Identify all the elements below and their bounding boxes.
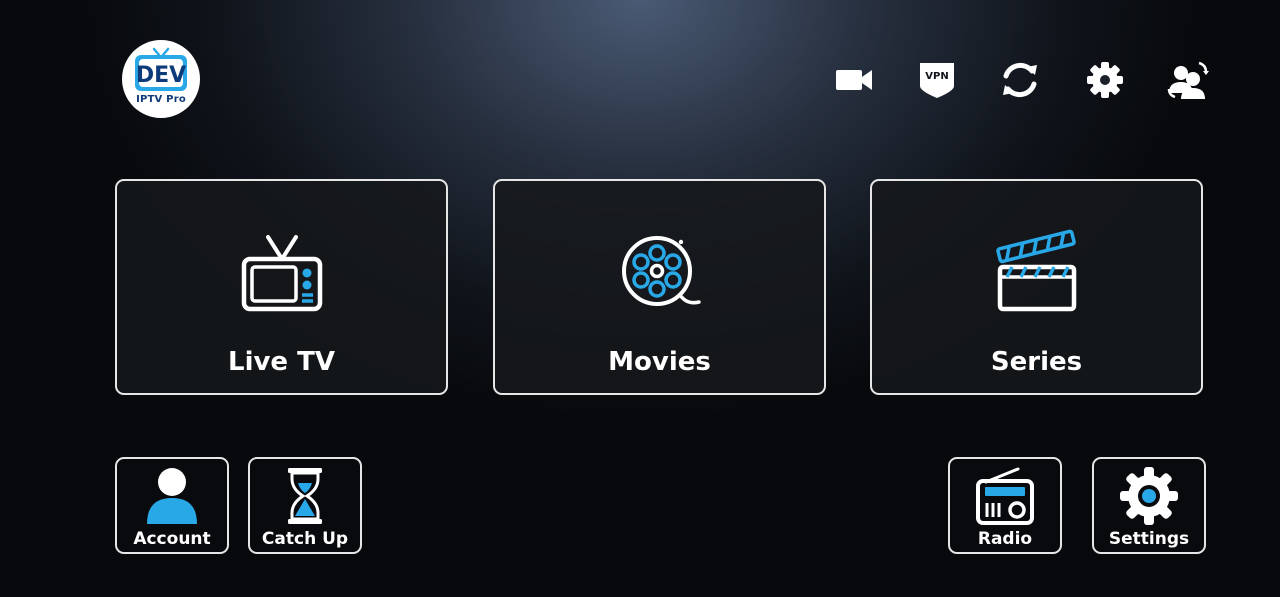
tv-logo-icon: DEV bbox=[135, 47, 187, 91]
account-button[interactable]: Account bbox=[115, 457, 229, 554]
settings-button[interactable]: Settings bbox=[1092, 457, 1206, 554]
app-logo: DEV IPTV Pro bbox=[122, 40, 200, 118]
logo-subtitle: IPTV Pro bbox=[136, 94, 186, 105]
svg-text:DEV: DEV bbox=[136, 63, 186, 88]
catch-up-button[interactable]: Catch Up bbox=[248, 457, 362, 554]
video-camera-icon[interactable] bbox=[832, 58, 876, 102]
gear-icon[interactable] bbox=[1083, 58, 1127, 102]
tile-movies[interactable]: Movies bbox=[493, 179, 826, 395]
switch-user-icon[interactable] bbox=[1166, 58, 1210, 102]
tile-live-tv[interactable]: Live TV bbox=[115, 179, 448, 395]
catch-up-label: Catch Up bbox=[261, 529, 349, 549]
vpn-shield-icon[interactable]: VPN bbox=[915, 58, 959, 102]
radio-label: Radio bbox=[977, 529, 1033, 549]
tile-label: Live TV bbox=[228, 347, 335, 377]
radio-icon bbox=[976, 467, 1034, 525]
gear-icon bbox=[1120, 467, 1178, 525]
clapperboard-icon bbox=[995, 229, 1076, 312]
tile-series[interactable]: Series bbox=[870, 179, 1203, 395]
account-label: Account bbox=[133, 529, 211, 549]
radio-button[interactable]: Radio bbox=[948, 457, 1062, 554]
settings-label: Settings bbox=[1108, 529, 1190, 549]
hourglass-icon bbox=[288, 468, 322, 524]
tile-label: Series bbox=[990, 347, 1083, 377]
tv-icon bbox=[241, 235, 322, 312]
user-icon bbox=[147, 468, 197, 524]
refresh-icon[interactable] bbox=[998, 58, 1042, 102]
film-reel-icon bbox=[621, 236, 701, 306]
tile-label: Movies bbox=[608, 347, 711, 377]
svg-text:VPN: VPN bbox=[925, 71, 948, 82]
